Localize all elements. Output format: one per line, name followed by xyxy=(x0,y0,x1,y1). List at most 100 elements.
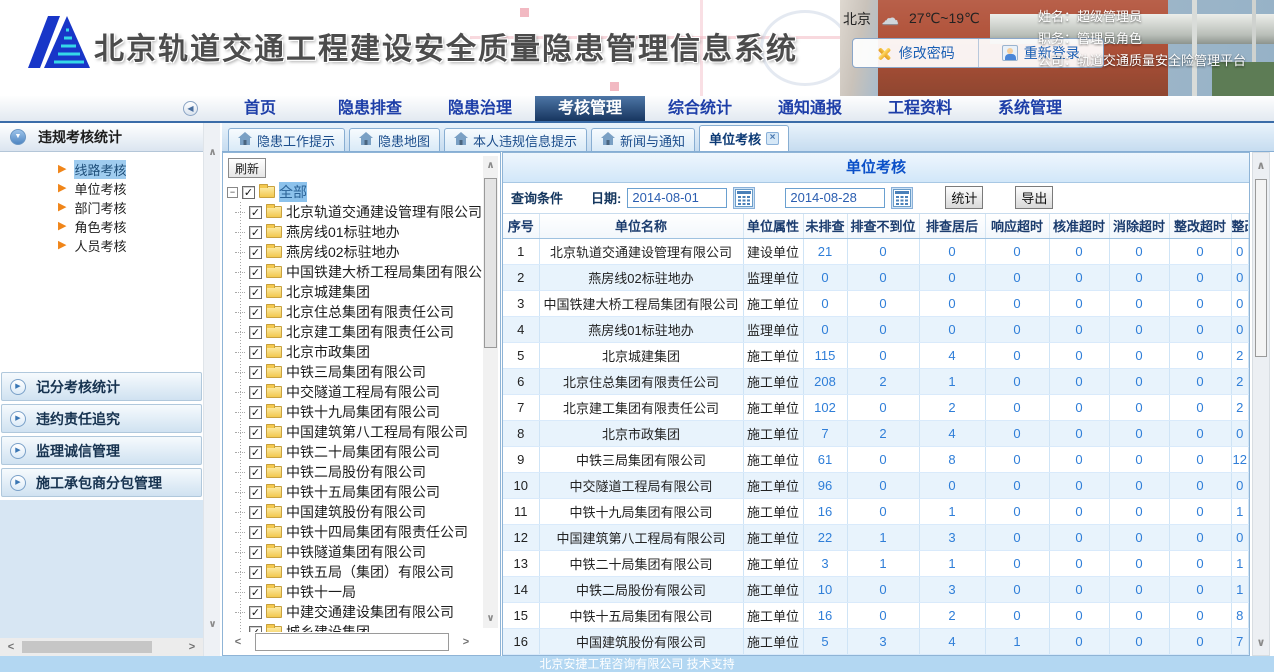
tree-vscroll-thumb[interactable] xyxy=(484,178,497,348)
tree-root-label[interactable]: 全部 xyxy=(279,182,307,202)
checkbox-checked[interactable]: ✓ xyxy=(249,326,262,339)
checkbox-checked[interactable]: ✓ xyxy=(249,426,262,439)
tree-node[interactable]: ✓中铁十五局集团有限公司 xyxy=(227,482,479,502)
tree-node[interactable]: ✓中铁五局（集团）有限公司 xyxy=(227,562,479,582)
refresh-button[interactable]: 刷新 xyxy=(228,158,266,178)
checkbox-checked[interactable]: ✓ xyxy=(249,406,262,419)
checkbox-checked[interactable]: ✓ xyxy=(249,546,262,559)
calendar-icon[interactable] xyxy=(733,187,755,209)
scroll-right-icon[interactable]: > xyxy=(181,641,203,653)
table-row[interactable]: 2燕房线02标驻地办监理单位00000000 xyxy=(503,265,1249,291)
tree-node[interactable]: ✓中铁三局集团有限公司 xyxy=(227,362,479,382)
tree-node[interactable]: ✓中交隧道工程局有限公司 xyxy=(227,382,479,402)
sidebar-hscroll-thumb[interactable] xyxy=(22,641,152,653)
tree-node[interactable]: ✓燕房线01标驻地办 xyxy=(227,222,479,242)
table-row[interactable]: 15中铁十五局集团有限公司施工单位160200008 xyxy=(503,603,1249,629)
date-from-input[interactable] xyxy=(627,188,727,208)
checkbox-checked[interactable]: ✓ xyxy=(249,266,262,279)
checkbox-checked[interactable]: ✓ xyxy=(249,486,262,499)
scroll-up-icon[interactable]: ∧ xyxy=(483,160,498,171)
sidebar-item-1[interactable]: ▶单位考核 xyxy=(0,179,203,198)
table-row[interactable]: 16中国建筑股份有限公司施工单位53410007 xyxy=(503,629,1249,655)
export-button[interactable]: 导出 xyxy=(1015,186,1053,209)
nav-collapse-icon[interactable]: ◀ xyxy=(183,101,198,116)
tree-node[interactable]: ✓中国建筑第八工程局有限公司 xyxy=(227,422,479,442)
expander-minus-icon[interactable]: − xyxy=(227,187,238,198)
nav-item-2[interactable]: 隐患治理 xyxy=(425,96,535,121)
nav-item-3[interactable]: 考核管理 xyxy=(535,96,645,121)
scroll-right-icon[interactable]: > xyxy=(455,636,477,648)
table-row[interactable]: 1北京轨道交通建设管理有限公司建设单位210000000 xyxy=(503,239,1249,265)
checkbox-checked[interactable]: ✓ xyxy=(249,246,262,259)
subtab-2[interactable]: 本人违规信息提示 xyxy=(444,128,587,151)
scroll-up-icon[interactable]: ∧ xyxy=(204,147,221,158)
table-row[interactable]: 12中国建筑第八工程局有限公司施工单位221300000 xyxy=(503,525,1249,551)
tree-node[interactable]: ✓北京城建集团 xyxy=(227,282,479,302)
checkbox-checked[interactable]: ✓ xyxy=(249,306,262,319)
table-row[interactable]: 7北京建工集团有限责任公司施工单位1020200002 xyxy=(503,395,1249,421)
tree-node[interactable]: ✓北京住总集团有限责任公司 xyxy=(227,302,479,322)
tree-root-row[interactable]: − ✓ 全部 xyxy=(227,182,479,202)
nav-item-6[interactable]: 工程资料 xyxy=(865,96,975,121)
checkbox-checked[interactable]: ✓ xyxy=(249,386,262,399)
table-row[interactable]: 6北京住总集团有限责任公司施工单位2082100002 xyxy=(503,369,1249,395)
tree-node[interactable]: ✓中国铁建大桥工程局集团有限公司 xyxy=(227,262,479,282)
checkbox-checked[interactable]: ✓ xyxy=(249,346,262,359)
checkbox-checked[interactable]: ✓ xyxy=(249,466,262,479)
sidebar-section-2[interactable]: ▶监理诚信管理 xyxy=(1,436,202,465)
sidebar-section-1[interactable]: ▶违约责任追究 xyxy=(1,404,202,433)
checkbox-checked[interactable]: ✓ xyxy=(249,526,262,539)
tree-hscroll-track[interactable] xyxy=(255,633,449,651)
checkbox-checked[interactable]: ✓ xyxy=(249,586,262,599)
table-row[interactable]: 13中铁二十局集团有限公司施工单位31100001 xyxy=(503,551,1249,577)
tree-node[interactable]: ✓北京轨道交通建设管理有限公司 xyxy=(227,202,479,222)
sidebar-section-3[interactable]: ▶施工承包商分包管理 xyxy=(1,468,202,497)
sidebar-item-3[interactable]: ▶角色考核 xyxy=(0,217,203,236)
subtab-3[interactable]: 新闻与通知 xyxy=(591,128,695,151)
tree-node[interactable]: ✓中铁二十局集团有限公司 xyxy=(227,442,479,462)
subtab-1[interactable]: 隐患地图 xyxy=(349,128,440,151)
tree-node[interactable]: ✓北京建工集团有限责任公司 xyxy=(227,322,479,342)
sidebar-item-2[interactable]: ▶部门考核 xyxy=(0,198,203,217)
statistics-button[interactable]: 统计 xyxy=(945,186,983,209)
close-icon[interactable]: × xyxy=(766,132,779,145)
tree-node[interactable]: ✓中铁十四局集团有限责任公司 xyxy=(227,522,479,542)
sidebar-item-4[interactable]: ▶人员考核 xyxy=(0,236,203,255)
tree-node[interactable]: ✓中铁隧道集团有限公司 xyxy=(227,542,479,562)
checkbox-checked[interactable]: ✓ xyxy=(249,566,262,579)
tree-node[interactable]: ✓中建交通建设集团有限公司 xyxy=(227,602,479,622)
nav-item-4[interactable]: 综合统计 xyxy=(645,96,755,121)
tree-node[interactable]: ✓中铁二局股份有限公司 xyxy=(227,462,479,482)
subtab-0[interactable]: 隐患工作提示 xyxy=(228,128,345,151)
scroll-down-icon[interactable]: ∨ xyxy=(483,613,498,624)
table-row[interactable]: 10中交隧道工程局有限公司施工单位960000000 xyxy=(503,473,1249,499)
table-row[interactable]: 3中国铁建大桥工程局集团有限公司施工单位00000000 xyxy=(503,291,1249,317)
change-password-button[interactable]: 修改密码 xyxy=(853,39,978,67)
sidebar-section-violation-stats[interactable]: ▼ 违规考核统计 xyxy=(0,123,203,152)
checkbox-checked[interactable]: ✓ xyxy=(249,366,262,379)
table-row[interactable]: 14中铁二局股份有限公司施工单位100300001 xyxy=(503,577,1249,603)
scroll-down-icon[interactable]: ∨ xyxy=(1253,636,1269,649)
table-row[interactable]: 11中铁十九局集团有限公司施工单位160100001 xyxy=(503,499,1249,525)
scroll-down-icon[interactable]: ∨ xyxy=(204,619,221,630)
checkbox-checked[interactable]: ✓ xyxy=(242,186,255,199)
tree-node[interactable]: ✓中铁十九局集团有限公司 xyxy=(227,402,479,422)
checkbox-checked[interactable]: ✓ xyxy=(249,286,262,299)
table-row[interactable]: 5北京城建集团施工单位1150400002 xyxy=(503,343,1249,369)
table-row[interactable]: 9中铁三局集团有限公司施工单位6108000012 xyxy=(503,447,1249,473)
tree-node[interactable]: ✓中铁十一局 xyxy=(227,582,479,602)
checkbox-checked[interactable]: ✓ xyxy=(249,226,262,239)
nav-item-1[interactable]: 隐患排查 xyxy=(315,96,425,121)
scroll-left-icon[interactable]: < xyxy=(227,636,249,648)
table-row[interactable]: 8北京市政集团施工单位72400000 xyxy=(503,421,1249,447)
checkbox-checked[interactable]: ✓ xyxy=(249,446,262,459)
tree-node[interactable]: ✓燕房线02标驻地办 xyxy=(227,242,479,262)
scroll-up-icon[interactable]: ∧ xyxy=(1253,159,1269,172)
checkbox-checked[interactable]: ✓ xyxy=(249,506,262,519)
calendar-icon[interactable] xyxy=(891,187,913,209)
table-vscroll-thumb[interactable] xyxy=(1255,179,1267,357)
sidebar-section-0[interactable]: ▶记分考核统计 xyxy=(1,372,202,401)
sidebar-item-0[interactable]: ▶线路考核 xyxy=(0,160,203,179)
nav-item-7[interactable]: 系统管理 xyxy=(975,96,1085,121)
nav-item-5[interactable]: 通知通报 xyxy=(755,96,865,121)
